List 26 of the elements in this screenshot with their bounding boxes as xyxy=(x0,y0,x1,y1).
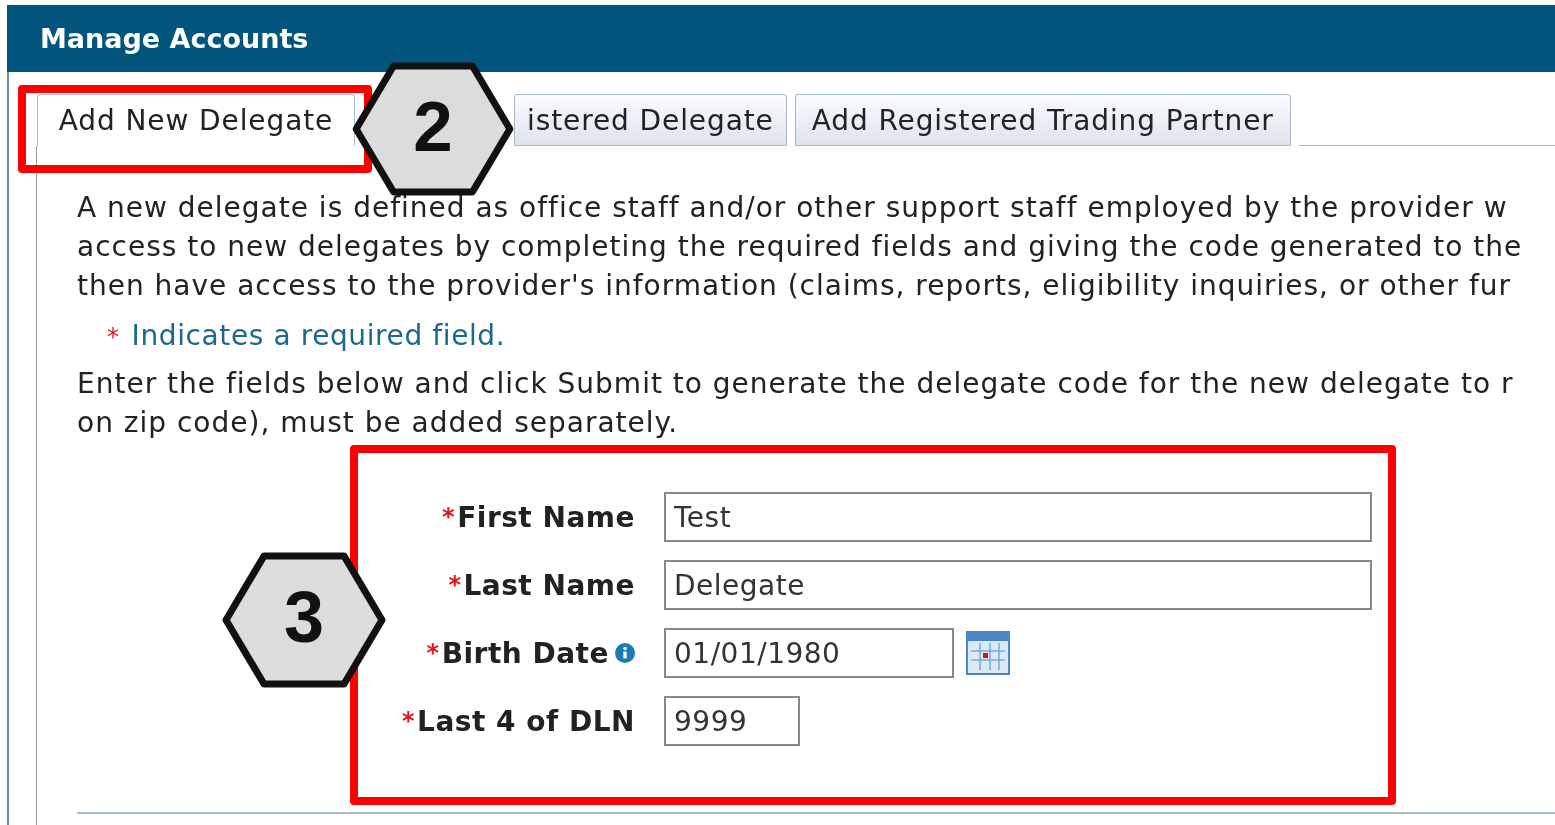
input-field[interactable]: Test xyxy=(664,492,1372,542)
required-asterisk: * xyxy=(448,571,462,599)
intro-text: access to new delegates by completing the required fields and giving the code generated to the xyxy=(77,229,1524,265)
field-label: First Name xyxy=(457,500,635,534)
intro-text: then have access to the provider's information (claims, reports, eligibility inquiries, or other fur xyxy=(77,268,1513,304)
input-field[interactable]: 9999 xyxy=(664,696,800,746)
required-asterisk: * xyxy=(107,323,120,351)
field-label: Last Name xyxy=(463,568,635,602)
required-asterisk: * xyxy=(426,639,440,667)
calendar-icon[interactable] xyxy=(966,631,1010,675)
required-asterisk: * xyxy=(402,707,416,735)
required-asterisk: * xyxy=(442,503,456,531)
page-title: Manage Accounts xyxy=(40,23,309,54)
step-callout: 2 xyxy=(352,62,514,196)
field-label: Last 4 of DLN xyxy=(417,704,635,738)
tab[interactable]: Add Registered Trading Partner xyxy=(794,94,1291,146)
tab[interactable]: Add New Delegate xyxy=(37,94,355,146)
field-label: Birth Date xyxy=(441,636,609,670)
instruction-text: on zip code), must be added separately. xyxy=(77,405,680,441)
step-callout: 3 xyxy=(222,552,386,688)
required-note: Indicates a required field. xyxy=(131,319,506,352)
info-icon[interactable] xyxy=(615,643,635,663)
instruction-text: Enter the fields below and click Submit to generate the delegate code for the new delegate to r xyxy=(77,366,1515,402)
input-field[interactable]: 01/01/1980 xyxy=(664,628,954,678)
tab[interactable]: istered Delegate xyxy=(514,94,787,146)
input-field[interactable]: Delegate xyxy=(664,560,1372,610)
